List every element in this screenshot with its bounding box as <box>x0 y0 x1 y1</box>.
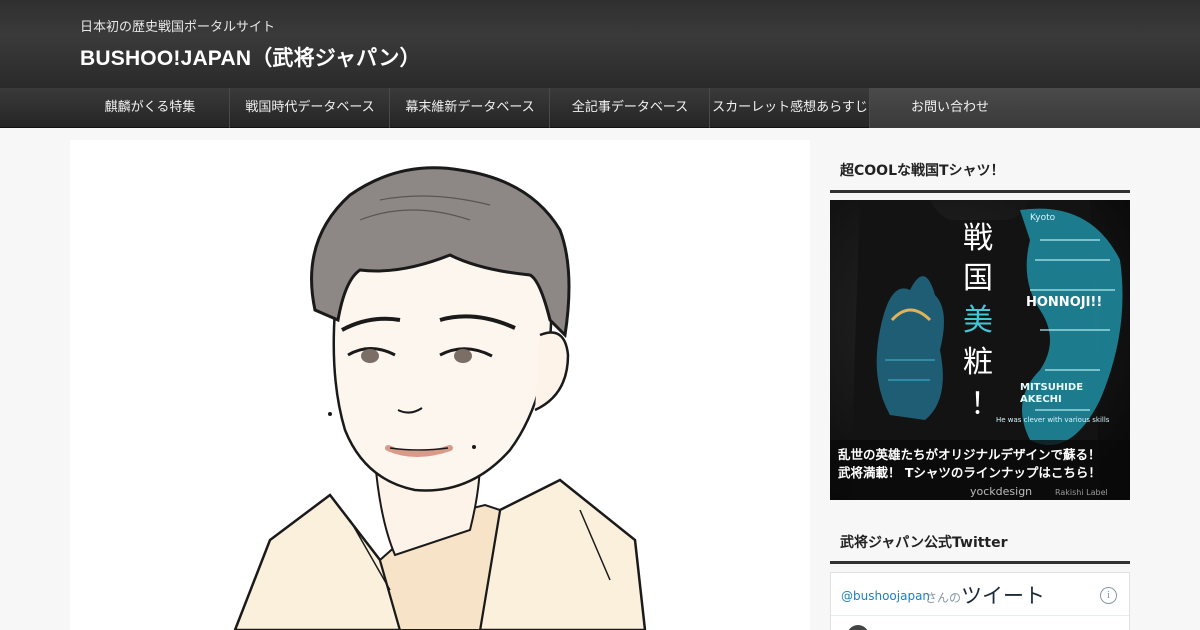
twitter-tweets-heading: ツイート <box>961 584 1045 608</box>
banner-caption-2: 武将満載！ Tシャツのラインナップはこちら！ <box>838 465 1101 480</box>
art-word: HONNOJI!! <box>1026 295 1102 310</box>
vertical-char: 美 <box>963 303 993 338</box>
vertical-char: 粧 <box>963 345 993 380</box>
site-header: 日本初の歴史戦国ポータルサイト BUSHOO!JAPAN（武将ジャパン） <box>0 0 1200 88</box>
twitter-widget-title: 武将ジャパン公式Twitter <box>840 535 1008 551</box>
art-word: He was clever with various skills <box>996 416 1110 424</box>
banner-brand-sub: Rakishi Label <box>1055 488 1108 497</box>
widget-title-underline <box>830 190 1130 193</box>
main-nav: 麒麟がくる特集 戦国時代データベース 幕末維新データベース 全記事データベース … <box>0 88 1200 128</box>
banner-caption-1: 乱世の英雄たちがオリジナルデザインで蘇る！ <box>838 447 1101 462</box>
twitter-handle-suffix: さんの <box>925 591 962 605</box>
banner-brand: yockdesign <box>970 485 1032 498</box>
twitter-divider <box>831 615 1129 616</box>
vertical-char: 国 <box>963 261 993 296</box>
art-word: MITSUHIDE <box>1020 382 1083 393</box>
vertical-char: 戦 <box>963 221 993 256</box>
art-word: AKECHI <box>1020 394 1062 405</box>
nav-item-kirin[interactable]: 麒麟がくる特集 <box>70 88 230 128</box>
twitter-timeline: @bushoojapan さんの ツイート i <box>830 572 1130 630</box>
nav-item-bakumatsu-db[interactable]: 幕末維新データベース <box>390 88 550 128</box>
site-tagline: 日本初の歴史戦国ポータルサイト <box>80 20 276 35</box>
widget-title-underline <box>830 561 1130 564</box>
art-word: Kyoto <box>1030 213 1056 223</box>
tshirt-banner-art: HONNOJI!! MITSUHIDE AKECHI Kyoto He was … <box>830 200 1130 500</box>
twitter-handle-link[interactable]: @bushoojapan <box>841 589 930 603</box>
tshirt-banner[interactable]: HONNOJI!! MITSUHIDE AKECHI Kyoto He was … <box>830 200 1130 500</box>
vertical-char: ！ <box>970 387 1000 422</box>
info-icon[interactable]: i <box>1100 587 1117 604</box>
portrait-illustration[interactable] <box>230 160 650 630</box>
nav-item-contact[interactable]: お問い合わせ <box>870 88 1200 128</box>
avatar[interactable] <box>847 625 869 630</box>
nav-item-scarlet[interactable]: スカーレット感想あらすじ <box>710 88 870 128</box>
shirt-widget-title: 超COOLな戦国Tシャツ！ <box>840 163 1005 179</box>
site-title-link[interactable]: BUSHOO!JAPAN（武将ジャパン） <box>80 42 421 72</box>
nav-item-all-articles[interactable]: 全記事データベース <box>550 88 710 128</box>
nav-item-sengoku-db[interactable]: 戦国時代データベース <box>230 88 390 128</box>
